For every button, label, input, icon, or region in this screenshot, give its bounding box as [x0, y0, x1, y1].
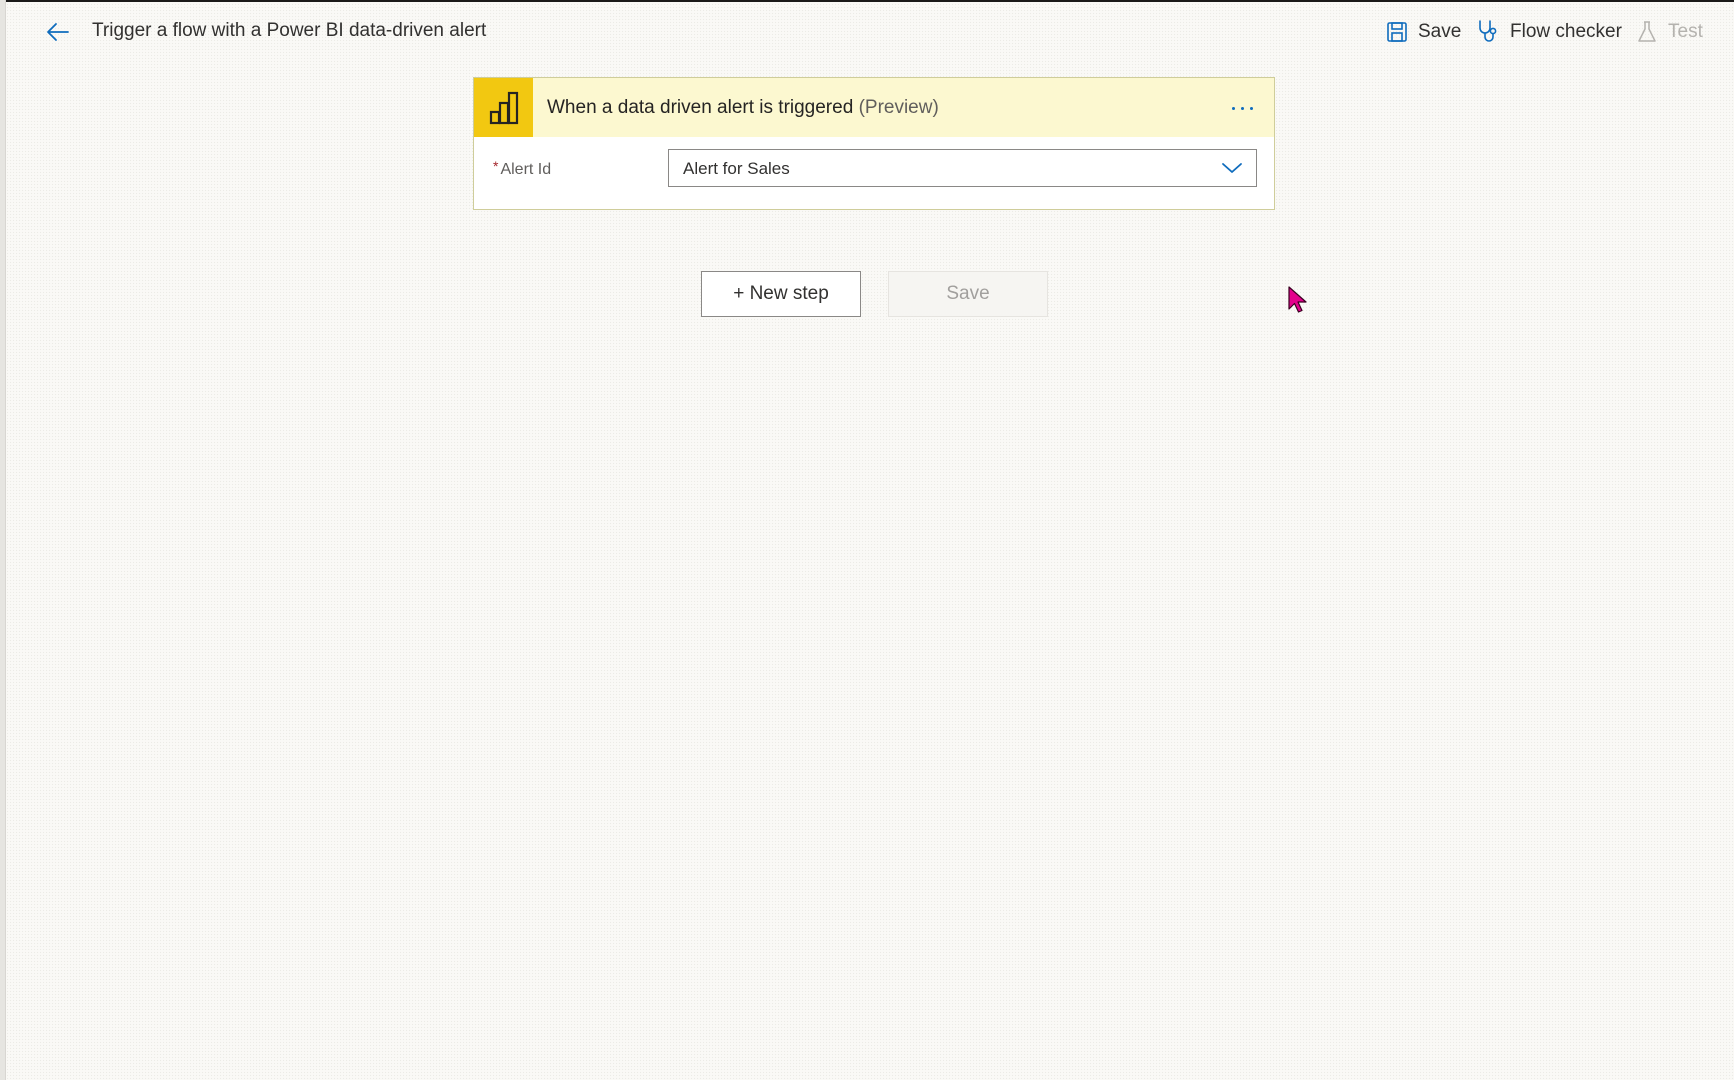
mouse-pointer-icon: [1288, 286, 1307, 313]
alert-id-dropdown[interactable]: Alert for Sales: [668, 149, 1257, 187]
trigger-card-header[interactable]: When a data driven alert is triggered (P…: [474, 78, 1274, 137]
back-button[interactable]: [40, 14, 76, 50]
save-button[interactable]: Save: [888, 271, 1048, 317]
flow-title: Trigger a flow with a Power BI data-driv…: [92, 20, 487, 41]
beaker-icon: [1638, 21, 1656, 42]
flow-checker-button[interactable]: Flow checker: [1476, 14, 1622, 50]
save-command-button[interactable]: Save: [1386, 14, 1461, 50]
power-bi-icon: [474, 78, 533, 137]
trigger-card: When a data driven alert is triggered (P…: [473, 77, 1275, 210]
back-arrow-icon: [47, 23, 69, 41]
more-options-icon[interactable]: [1224, 90, 1260, 126]
trigger-title-text: When a data driven alert is triggered: [547, 97, 854, 118]
save-command-label: Save: [1418, 21, 1462, 42]
window-left-border: [0, 0, 6, 1080]
new-step-button[interactable]: + New step: [701, 271, 861, 317]
stethoscope-icon: [1479, 20, 1497, 42]
test-label: Test: [1668, 21, 1703, 42]
floppy-disk-icon: [1387, 22, 1407, 42]
required-marker: *: [493, 158, 499, 174]
chevron-down-icon: [1220, 158, 1244, 178]
alert-id-label-text: Alert Id: [500, 161, 552, 178]
flow-checker-label: Flow checker: [1510, 21, 1622, 42]
test-button[interactable]: Test: [1636, 14, 1703, 50]
alert-id-selected-value: Alert for Sales: [683, 159, 790, 178]
trigger-title-preview: (Preview): [858, 97, 939, 118]
alert-id-label: * Alert Id: [493, 158, 551, 179]
flow-designer-header: Trigger a flow with a Power BI data-driv…: [0, 2, 1734, 58]
trigger-card-title: When a data driven alert is triggered (P…: [547, 97, 939, 119]
